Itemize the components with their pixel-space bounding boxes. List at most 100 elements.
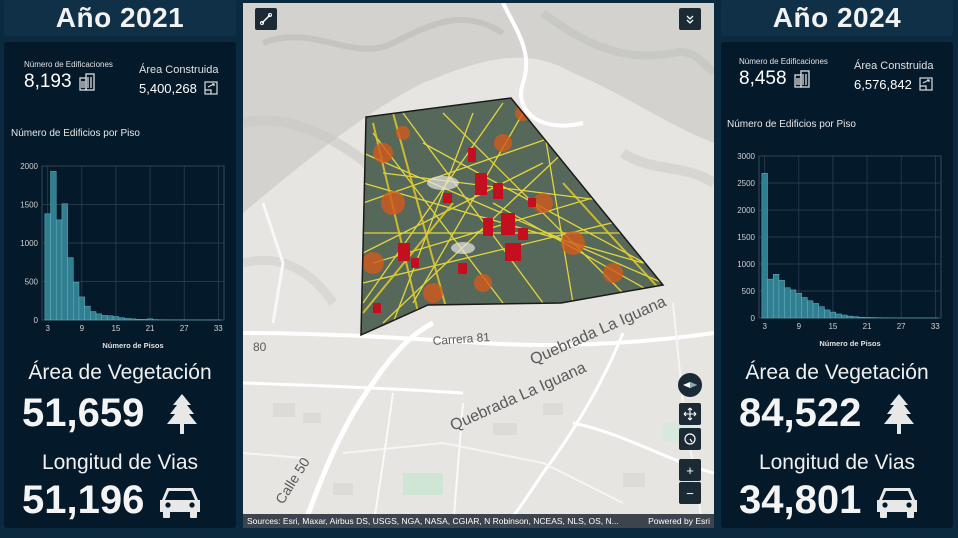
x-tick-label: 33 <box>931 322 940 331</box>
left-area-value: 5,400,268 <box>139 80 197 96</box>
y-tick-label: 1000 <box>20 239 38 248</box>
histogram-bar <box>55 219 63 321</box>
x-axis-label: Número de Pisos <box>102 341 163 350</box>
histogram-bar <box>818 306 825 319</box>
y-tick-label: 0 <box>34 316 39 325</box>
histogram-bar <box>84 305 91 321</box>
zoom-in-button[interactable]: + <box>679 459 701 481</box>
left-vegetation-label: Área de Vegetación <box>28 361 212 384</box>
right-roads-stat: 34,801 <box>739 478 919 523</box>
left-histogram: 0 500 1000 1500 2000 3 9 15 21 27 33 Número de Piso… <box>20 162 225 350</box>
y-tick-label: 500 <box>742 287 756 296</box>
y-tick-label: 2000 <box>737 206 755 215</box>
histogram-bar <box>761 173 768 319</box>
y-tick-label: 1000 <box>737 260 755 269</box>
histogram-bar <box>824 309 831 319</box>
zoom-out-button[interactable]: − <box>679 482 701 504</box>
histogram-bar <box>801 297 808 319</box>
right-chart-title: Número de Edificios por Piso <box>727 119 856 130</box>
rotate-icon <box>684 433 696 445</box>
histogram-bar <box>129 318 137 321</box>
pan-button[interactable] <box>679 403 701 425</box>
histogram-bar <box>90 311 97 321</box>
buildings-icon <box>78 73 95 91</box>
rotate-button[interactable] <box>679 428 701 450</box>
right-histogram: 0 500 1000 1500 2000 2500 3000 3 9 15 21 27 33 Número… <box>737 152 942 348</box>
area-icon <box>919 77 933 91</box>
histogram-bar <box>852 316 859 319</box>
histogram-bar <box>73 282 80 321</box>
x-tick-label: 33 <box>214 324 223 333</box>
histogram-bar <box>841 314 848 319</box>
histogram-bar <box>67 257 74 321</box>
compass-icon <box>683 382 697 388</box>
collapse-button[interactable] <box>679 8 701 30</box>
histogram-bar <box>112 316 120 321</box>
histogram-bar <box>78 296 85 321</box>
map-label-80: 80 <box>253 340 267 354</box>
tree-icon <box>167 393 198 434</box>
measure-tool-button[interactable] <box>255 8 277 30</box>
move-icon <box>683 407 697 421</box>
histogram-bar <box>61 203 68 321</box>
x-tick-label: 15 <box>111 324 120 333</box>
histogram-bar <box>784 287 791 319</box>
histogram-bar <box>829 311 837 319</box>
x-tick-label: 9 <box>797 322 802 331</box>
measure-icon <box>260 13 272 25</box>
powered-by-text[interactable]: Powered by Esri <box>648 516 710 526</box>
left-roads-label: Longitud de Vias <box>41 451 199 474</box>
y-tick-label: 2000 <box>20 162 38 171</box>
left-panel-title: Año 2021 <box>4 0 236 36</box>
right-buildings-label: Número de Edificaciones <box>739 57 828 66</box>
x-tick-label: 15 <box>828 322 837 331</box>
left-roads-value: 51,196 <box>22 478 145 522</box>
histogram-bar <box>778 279 785 319</box>
tree-icon <box>884 393 915 434</box>
zoom-in-label: + <box>686 462 694 478</box>
left-area-stat: Área Construida 5,400,268 <box>139 64 219 96</box>
histogram-bar <box>118 317 125 321</box>
left-buildings-label: Número de Edificaciones <box>24 60 113 69</box>
map-view[interactable]: Carrera 81 Quebrada La Iguana Quebrada L… <box>243 3 714 528</box>
left-stats-panel: Número de Edificaciones 8,193 Área Const… <box>4 42 236 528</box>
histogram-bar <box>807 300 814 319</box>
histogram-bar <box>50 171 57 321</box>
right-stats-panel: Número de Edificaciones 8,458 Área Const… <box>721 42 953 528</box>
y-tick-label: 0 <box>751 314 756 323</box>
car-icon <box>877 487 918 518</box>
y-tick-label: 500 <box>25 278 39 287</box>
compass-button[interactable] <box>678 373 702 397</box>
histogram-bar <box>107 315 114 321</box>
x-tick-label: 3 <box>762 322 767 331</box>
left-vegetation-value: 51,659 <box>22 391 145 435</box>
right-vegetation-value: 84,522 <box>739 391 862 435</box>
histogram-bar <box>846 315 854 319</box>
histogram-bar <box>772 274 780 319</box>
right-vegetation-label: Área de Vegetación <box>745 361 929 384</box>
histogram-bar <box>790 289 797 319</box>
y-tick-label: 1500 <box>20 201 38 210</box>
histogram-bar <box>858 316 865 319</box>
car-icon <box>160 487 201 518</box>
map-canvas[interactable]: Carrera 81 Quebrada La Iguana Quebrada L… <box>243 3 714 528</box>
left-title-text: Año 2021 <box>55 2 185 33</box>
zoom-out-label: − <box>686 485 694 501</box>
histogram-bar <box>124 318 131 321</box>
histogram-bar <box>146 318 154 321</box>
right-vegetation-stat: 84,522 <box>739 391 917 436</box>
attribution-text[interactable]: Sources: Esri, Maxar, Airbus DS, USGS, N… <box>247 516 619 526</box>
buildings-icon <box>793 70 810 88</box>
left-chart-title: Número de Edificios por Piso <box>11 128 140 139</box>
y-tick-label: 3000 <box>737 152 755 161</box>
left-buildings-value: 8,193 <box>24 71 72 92</box>
histogram-bar <box>135 318 142 321</box>
x-tick-label: 3 <box>45 324 50 333</box>
histogram-bar <box>835 313 842 319</box>
histogram-bar <box>95 313 102 321</box>
left-area-label: Área Construida <box>139 64 219 76</box>
right-roads-label: Longitud de Vias <box>758 451 916 474</box>
double-chevron-down-icon <box>686 15 694 24</box>
left-vegetation-stat: 51,659 <box>22 391 200 436</box>
histogram-bar <box>44 213 51 321</box>
